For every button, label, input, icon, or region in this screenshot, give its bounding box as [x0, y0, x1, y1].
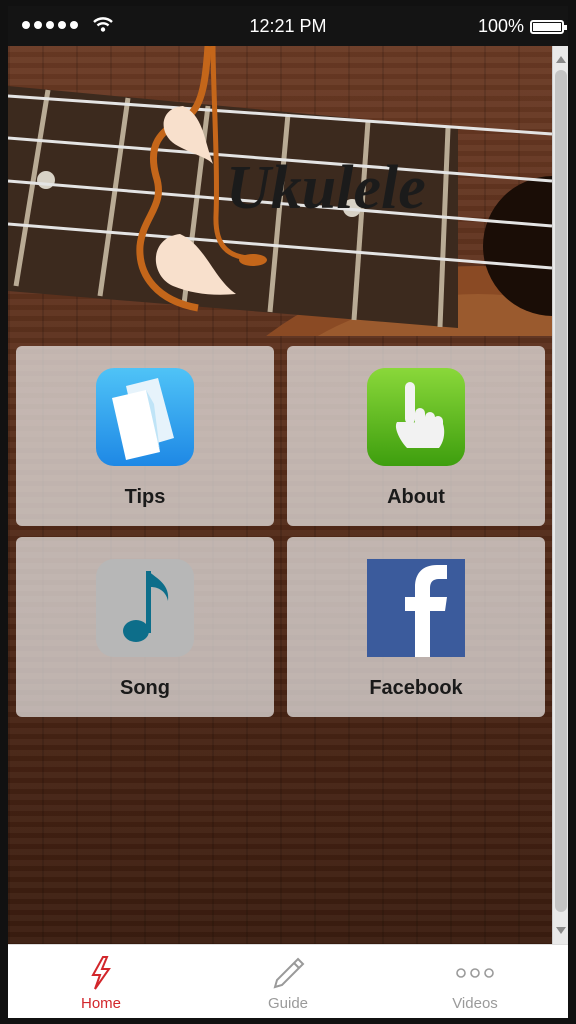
facebook-tile[interactable]: Facebook	[287, 537, 545, 717]
vertical-scrollbar[interactable]	[552, 46, 568, 944]
tips-tile[interactable]: Tips	[16, 346, 274, 526]
phone-frame: 12:21 PM 100% Ukulele Tips About Song Fa…	[0, 0, 576, 1024]
main-content: Ukulele Tips About Song Facebook	[8, 46, 552, 944]
tab-guide[interactable]: Guide	[195, 945, 381, 1019]
tab-videos[interactable]: Videos	[382, 945, 568, 1019]
pencil-icon	[273, 957, 305, 989]
facebook-label: Facebook	[369, 677, 463, 699]
scroll-down-arrow-icon[interactable]	[556, 927, 566, 934]
more-dots-icon	[456, 968, 494, 978]
status-bar: 12:21 PM 100%	[8, 6, 568, 46]
music-note-icon	[96, 559, 194, 657]
documents-icon	[96, 368, 194, 466]
about-tile[interactable]: About	[287, 346, 545, 526]
tab-home-label: Home	[80, 995, 121, 1012]
pointing-hand-icon	[367, 368, 465, 466]
logo-text: Ukulele	[226, 154, 426, 222]
tips-label: Tips	[124, 486, 166, 508]
scroll-up-arrow-icon[interactable]	[556, 56, 566, 63]
lightning-icon	[91, 956, 111, 990]
tab-guide-label: Guide	[267, 995, 309, 1012]
battery-percentage: 100%	[477, 16, 524, 36]
header-banner: Ukulele	[8, 46, 552, 336]
tab-videos-label: Videos	[452, 995, 498, 1012]
about-label: About	[387, 486, 445, 508]
song-tile[interactable]: Song	[16, 537, 274, 717]
facebook-icon	[367, 559, 465, 657]
scroll-thumb[interactable]	[555, 70, 567, 912]
bottom-tab-bar: Home Guide Videos	[8, 944, 568, 1018]
song-label: Song	[120, 677, 170, 699]
battery-icon	[530, 20, 567, 34]
tab-home[interactable]: Home	[8, 945, 194, 1019]
